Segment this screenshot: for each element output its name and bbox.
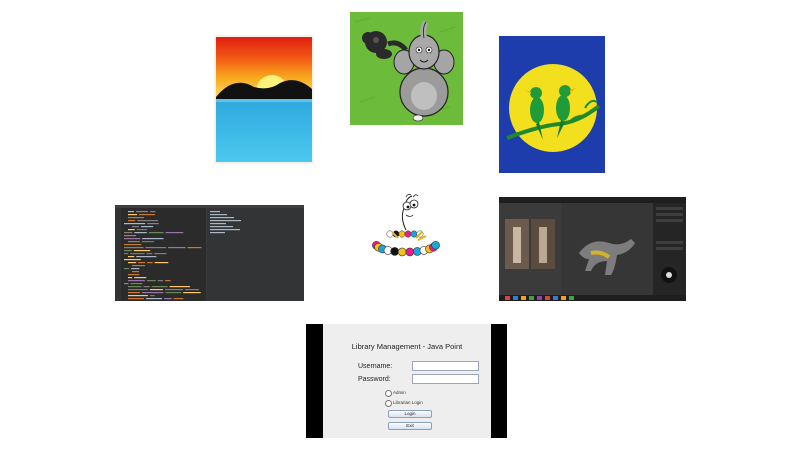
3d-editor-illustration — [499, 197, 686, 301]
admin-radio[interactable] — [385, 390, 392, 397]
elephant-cartoon[interactable] — [350, 12, 463, 125]
code-editor-illustration — [115, 205, 304, 301]
birds-on-moon-painting[interactable] — [499, 36, 605, 173]
elephant-illustration — [350, 12, 463, 125]
thumbnail-collage: Library Management - Java Point Username… — [0, 0, 800, 450]
mascot-illustration — [370, 188, 442, 264]
birds-illustration — [499, 36, 605, 173]
java-login-window[interactable]: Library Management - Java Point Username… — [306, 324, 507, 438]
username-label: Username: — [358, 363, 393, 370]
login-title: Library Management - Java Point — [351, 342, 463, 351]
username-field[interactable] — [412, 361, 479, 371]
code-editor-screenshot[interactable] — [115, 205, 304, 301]
bead-mascot[interactable] — [370, 188, 442, 264]
password-field[interactable] — [412, 374, 479, 384]
sunset-illustration — [216, 37, 312, 162]
librarian-radio-label: Librarian Login — [393, 400, 423, 405]
password-label: Password: — [358, 376, 391, 383]
3d-modeling-screenshot[interactable] — [499, 197, 686, 301]
login-panel: Library Management - Java Point Username… — [323, 324, 491, 438]
librarian-radio[interactable] — [385, 400, 392, 407]
admin-radio-label: Admin — [393, 390, 406, 395]
login-button[interactable]: Login — [388, 410, 432, 418]
sunset-painting[interactable] — [214, 35, 314, 164]
exit-button[interactable]: Exit — [388, 422, 432, 430]
